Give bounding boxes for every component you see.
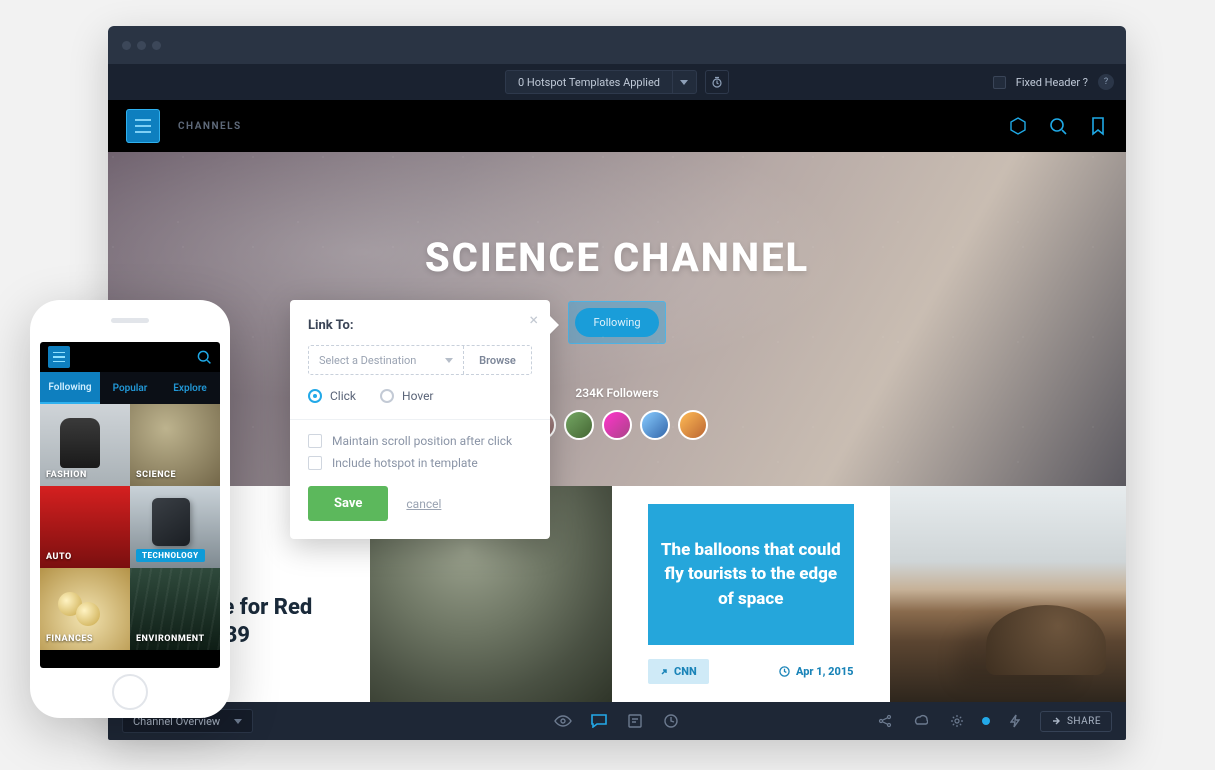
close-icon[interactable]: × [529, 310, 538, 329]
preview-icon[interactable] [552, 710, 574, 732]
checkbox-maintain-scroll[interactable]: Maintain scroll position after click [308, 434, 532, 448]
fixed-header-label: Fixed Header ? [1016, 76, 1088, 89]
followers-count: 234K Followers [108, 386, 1126, 400]
article-card-c[interactable]: The balloons that could fly tourists to … [632, 486, 869, 702]
help-icon[interactable]: ? [1098, 74, 1114, 90]
search-icon[interactable] [1048, 116, 1068, 136]
source-tag[interactable]: CNN [648, 659, 709, 684]
avatar[interactable] [678, 410, 708, 440]
hamburger-menu-button[interactable] [126, 109, 160, 143]
phone-mock: Following Popular Explore FASHION SCIENC… [30, 300, 230, 718]
destination-row: Select a Destination Browse [308, 345, 532, 375]
follow-button[interactable]: Following [575, 308, 658, 337]
bookmark-icon[interactable] [1088, 116, 1108, 136]
article-headline: The balloons that could fly tourists to … [648, 504, 853, 645]
content-row: uts course for Red Planet 2039 Apr 5, 20… [108, 486, 1126, 702]
category-finances[interactable]: FINANCES [40, 568, 130, 650]
phone-category-grid: FASHION SCIENCE AUTO TECHNOLOGY FINANCES… [40, 404, 220, 668]
avatar[interactable] [602, 410, 632, 440]
tab-popular[interactable]: Popular [100, 372, 160, 404]
category-auto[interactable]: AUTO [40, 486, 130, 568]
image-card-volcano[interactable] [890, 486, 1126, 702]
hotspot-templates-label: 0 Hotspot Templates Applied [506, 76, 672, 89]
comment-mode-icon[interactable] [588, 710, 610, 732]
status-dot [982, 717, 990, 725]
destination-placeholder: Select a Destination [319, 354, 416, 367]
fixed-header-checkbox[interactable] [993, 76, 1006, 89]
app-toolbar: 0 Hotspot Templates Applied Fixed Header… [108, 64, 1126, 100]
hero-title: SCIENCE CHANNEL [108, 152, 1126, 281]
browser-chrome [108, 26, 1126, 64]
notes-icon[interactable] [624, 710, 646, 732]
avatar[interactable] [564, 410, 594, 440]
popover-title: Link To: [308, 318, 532, 333]
traffic-light-minimize[interactable] [137, 41, 146, 50]
checkbox-icon [308, 434, 322, 448]
checkbox-include-template[interactable]: Include hotspot in template [308, 456, 532, 470]
site-nav: CHANNELS [108, 100, 1126, 152]
upload-icon[interactable] [910, 710, 932, 732]
follower-avatars [108, 410, 1126, 440]
traffic-light-close[interactable] [122, 41, 131, 50]
phone-tabs: Following Popular Explore [40, 372, 220, 404]
radio-dot-icon [308, 389, 322, 403]
browser-window: 0 Hotspot Templates Applied Fixed Header… [108, 26, 1126, 740]
avatar[interactable] [640, 410, 670, 440]
divider [290, 419, 550, 420]
chevron-down-icon[interactable] [672, 70, 696, 94]
tab-following[interactable]: Following [40, 372, 100, 404]
category-technology[interactable]: TECHNOLOGY [130, 486, 220, 568]
hexagon-icon[interactable] [1008, 116, 1028, 136]
channels-label: CHANNELS [178, 121, 242, 132]
bottom-toolbar: Channel Overview SHARE [108, 702, 1126, 740]
category-science[interactable]: SCIENCE [130, 404, 220, 486]
article-date: Apr 1, 2015 [779, 665, 854, 678]
search-icon[interactable] [196, 349, 212, 365]
checkbox-icon [308, 456, 322, 470]
follow-hotspot[interactable]: Following [568, 301, 665, 344]
phone-home-button[interactable] [112, 674, 148, 710]
browse-button[interactable]: Browse [463, 346, 531, 374]
arrow-right-icon [1051, 716, 1061, 726]
tab-explore[interactable]: Explore [160, 372, 220, 404]
radio-click[interactable]: Click [308, 389, 356, 403]
lightning-icon[interactable] [1004, 710, 1026, 732]
settings-icon[interactable] [946, 710, 968, 732]
phone-hamburger-button[interactable] [48, 346, 70, 368]
share-network-icon[interactable] [874, 710, 896, 732]
phone-screen: Following Popular Explore FASHION SCIENC… [40, 342, 220, 668]
link-to-popover: × Link To: Select a Destination Browse C… [290, 300, 550, 539]
category-environment[interactable]: ENVIRONMENT [130, 568, 220, 650]
phone-speaker [111, 318, 149, 323]
destination-select[interactable]: Select a Destination [309, 346, 463, 374]
share-button[interactable]: SHARE [1040, 711, 1112, 732]
chevron-down-icon [445, 358, 453, 363]
category-fashion[interactable]: FASHION [40, 404, 130, 486]
history-icon[interactable] [660, 710, 682, 732]
phone-nav [40, 342, 220, 372]
timer-icon[interactable] [705, 70, 729, 94]
traffic-light-zoom[interactable] [152, 41, 161, 50]
link-icon [660, 668, 668, 676]
radio-hover[interactable]: Hover [380, 389, 433, 403]
hotspot-templates-dropdown[interactable]: 0 Hotspot Templates Applied [505, 70, 697, 94]
save-button[interactable]: Save [308, 486, 388, 521]
radio-dot-icon [380, 389, 394, 403]
hero: SCIENCE CHANNEL Following 234K Followers [108, 152, 1126, 486]
popover-caret [550, 316, 559, 334]
chevron-down-icon [234, 719, 242, 724]
clock-icon [779, 666, 790, 677]
cancel-button[interactable]: cancel [406, 497, 441, 511]
